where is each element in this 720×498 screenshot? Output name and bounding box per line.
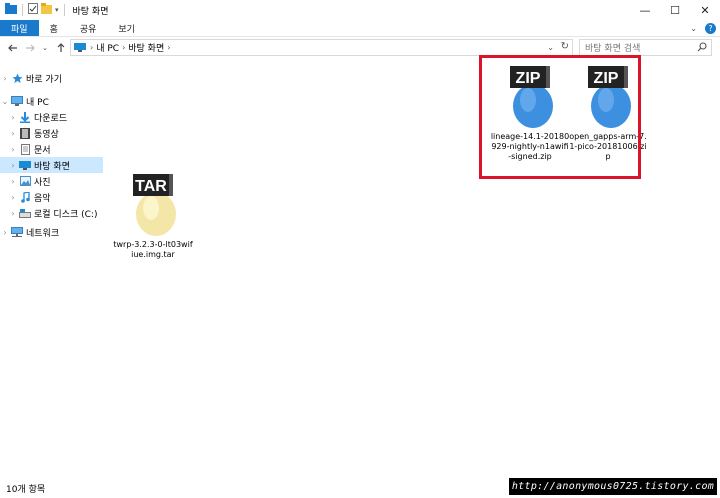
ribbon-right: ⌄ ? [690,20,716,37]
nav-label: 로컬 디스크 (C:) [34,209,98,220]
ribbon-expand-icon[interactable]: ⌄ [690,24,697,33]
nav-label: 문서 [34,145,51,156]
chevron-down-icon[interactable]: ⌄ [0,97,10,106]
document-icon [18,143,32,155]
chevron-right-icon[interactable]: › [8,193,18,202]
navigation-pane: › 바로 가기 ⌄ 내 PC › 다운로드 › 동영상 › 문서 › 바탕 화면… [0,62,105,477]
qat-divider [22,4,23,16]
address-bar[interactable]: › 내 PC › 바탕 화면 › ⌄ ↻ [70,39,573,56]
chevron-right-icon[interactable]: › [8,129,18,138]
minimize-button[interactable]: — [630,0,660,20]
picture-icon [18,176,32,186]
nav-item-videos[interactable]: › 동영상 [0,125,103,141]
maximize-button[interactable]: ☐ [660,0,690,20]
nav-item-documents[interactable]: › 문서 [0,141,103,157]
search-input[interactable]: 바탕 화면 검색 [585,41,640,54]
tab-view[interactable]: 보기 [107,20,146,36]
chevron-right-icon[interactable]: › [0,74,10,83]
chevron-right-icon[interactable]: › [8,145,18,154]
nav-item-desktop[interactable]: › 바탕 화면 [0,157,103,173]
up-arrow-icon [57,43,65,52]
tab-home[interactable]: 홈 [39,20,69,36]
back-arrow-icon [8,44,17,52]
ribbon-tabs: 파일 홈 공유 보기 ⌄ ? [0,20,720,37]
title-bar: ▾ 바탕 화면 — ☐ ✕ [0,0,720,20]
network-icon [10,227,24,237]
breadcrumb-separator[interactable]: › [122,43,125,52]
breadcrumb-separator[interactable]: › [90,43,93,52]
window-controls: — ☐ ✕ [630,0,720,20]
breadcrumb-separator[interactable]: › [167,43,170,52]
recent-locations-button[interactable]: ⌄ [37,39,53,57]
refresh-icon[interactable]: ↻ [561,41,569,52]
tab-file[interactable]: 파일 [0,20,39,36]
up-button[interactable] [53,39,69,57]
item-count: 10개 항목 [6,484,46,495]
watermark: http://anonymous0725.tistory.com [509,478,717,495]
explorer-icon[interactable] [5,3,17,17]
download-icon [18,111,32,123]
chevron-right-icon[interactable]: › [8,209,18,218]
search-icon [697,42,707,52]
music-icon [18,191,32,203]
qat-divider [63,4,65,16]
nav-label: 사진 [34,177,51,188]
tar-badge-text: TAR [135,178,167,195]
nav-label: 내 PC [26,97,49,108]
nav-item-quick-access[interactable]: › 바로 가기 [0,70,103,86]
tar-file-icon: TAR [133,174,176,236]
nav-label: 바탕 화면 [34,161,70,172]
disk-icon [18,208,32,218]
breadcrumb-desktop[interactable]: 바탕 화면 [128,41,164,54]
properties-icon[interactable] [28,3,38,17]
nav-item-pictures[interactable]: › 사진 [0,173,103,189]
search-box[interactable]: 바탕 화면 검색 [579,39,712,56]
nav-item-music[interactable]: › 음악 [0,189,103,205]
video-icon [18,127,32,139]
quick-access-toolbar: ▾ [0,0,67,20]
nav-item-downloads[interactable]: › 다운로드 [0,109,103,125]
nav-label: 다운로드 [34,113,68,124]
back-button[interactable] [5,39,21,57]
chevron-right-icon[interactable]: › [8,177,18,186]
nav-label: 네트워크 [26,228,60,239]
close-button[interactable]: ✕ [690,0,720,20]
tab-share[interactable]: 공유 [69,20,108,36]
chevron-right-icon[interactable]: › [8,113,18,122]
address-dropdown-icon[interactable]: ⌄ [547,43,554,52]
chevron-right-icon[interactable]: › [0,228,10,237]
star-icon [10,73,24,84]
desktop-icon [74,43,86,52]
breadcrumb-this-pc[interactable]: 내 PC [96,41,119,54]
file-item-twrp-tar[interactable]: TAR twrp-3.2.3-0-lt03wifiue.img.tar [113,174,193,260]
forward-button[interactable] [22,39,38,57]
chevron-down-icon: ⌄ [42,44,48,52]
window-title: 바탕 화면 [72,6,109,17]
help-icon[interactable]: ? [705,23,716,34]
highlight-box [479,55,641,179]
file-name: twrp-3.2.3-0-lt03wifiue.img.tar [113,240,193,259]
nav-item-local-disk[interactable]: › 로컬 디스크 (C:) [0,205,103,221]
nav-label: 바로 가기 [26,74,62,85]
forward-arrow-icon [26,44,35,52]
chevron-right-icon[interactable]: › [8,161,18,170]
nav-label: 동영상 [34,129,59,140]
new-folder-icon[interactable] [41,3,52,17]
nav-item-network[interactable]: › 네트워크 [0,224,103,240]
desktop-icon [18,160,32,170]
pc-icon [10,96,24,106]
nav-label: 음악 [34,193,51,204]
nav-item-this-pc[interactable]: ⌄ 내 PC [0,93,103,109]
qat-dropdown-icon[interactable]: ▾ [55,6,59,14]
